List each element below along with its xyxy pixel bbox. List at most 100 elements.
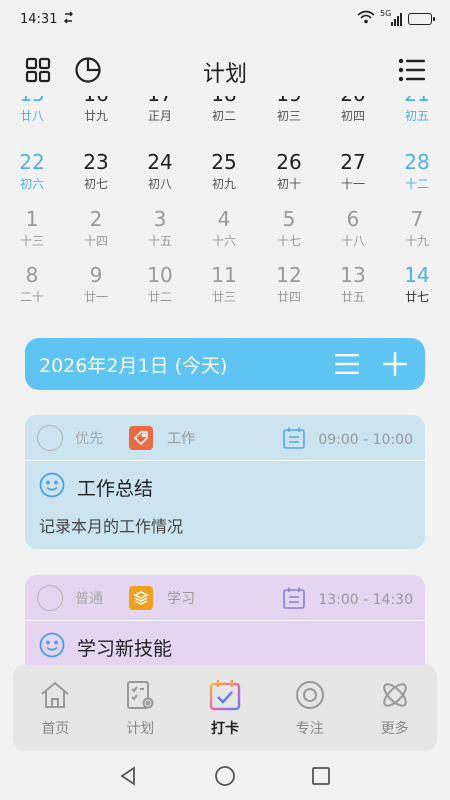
plus-icon: [383, 352, 407, 376]
calendar-day-number: 18: [192, 96, 256, 106]
calendar-lunar-date: 十二: [404, 177, 429, 191]
battery-icon: [408, 13, 435, 25]
calendar-day[interactable]: 21 初五: [385, 96, 449, 124]
calendar-lunar-date: 初九: [211, 177, 236, 191]
calendar-lunar-date: 廿七: [404, 290, 429, 304]
calendar-lunar-date: 廿八: [19, 109, 44, 123]
nav-label: 计划: [126, 721, 155, 737]
calendar-lunar-date: 廿二: [147, 290, 172, 304]
date-bar: 2026年2月1日 (今天): [25, 338, 425, 390]
nav-checkin[interactable]: 打卡: [190, 678, 260, 738]
calendar-day[interactable]: 14 廿七: [385, 263, 449, 305]
calendar-day[interactable]: 6 十八: [321, 207, 385, 249]
nav-home[interactable]: 首页: [20, 678, 90, 738]
calendar-day[interactable]: 16 廿九: [64, 96, 128, 124]
status-bar: 14:31 5G: [0, 0, 450, 38]
calendar-day[interactable]: 17 正月: [128, 96, 192, 124]
smile-icon: [39, 472, 65, 502]
nav-focus[interactable]: 专注: [275, 678, 345, 738]
calendar-day[interactable]: 20 初四: [321, 96, 385, 124]
current-date-label[interactable]: 2026年2月1日 (今天): [39, 351, 315, 378]
home-icon: [38, 678, 72, 712]
bottom-nav: 首页 计划 打卡 专注 更多: [13, 665, 437, 751]
calendar-day[interactable]: 8 二十: [0, 263, 64, 305]
calendar-day-number: 19: [257, 96, 321, 106]
app-header: 计划: [0, 44, 450, 96]
calendar-day[interactable]: 12 廿四: [257, 263, 321, 305]
calendar-day[interactable]: 22 初六: [0, 150, 64, 192]
menu-icon[interactable]: [331, 348, 363, 380]
time-range: 09:00 - 10:00: [282, 426, 413, 454]
calendar-day-number: 14: [404, 263, 430, 287]
calendar-day[interactable]: 28 十二: [385, 150, 449, 192]
calendar-day-number: 22: [19, 150, 45, 174]
home-circle-icon[interactable]: [210, 761, 240, 791]
calendar-day-number: 3: [153, 207, 167, 231]
plan-title: 学习新技能: [77, 637, 173, 660]
plan-title-row: 工作总结: [39, 461, 411, 513]
calendar-day-number: 16: [64, 96, 128, 106]
nav-more[interactable]: 更多: [360, 678, 430, 738]
calendar-day[interactable]: 15 廿八: [0, 96, 64, 124]
calendar-day-number: 17: [128, 96, 192, 106]
status-time: 14:31: [20, 11, 58, 27]
calendar-day-number: 27: [340, 150, 366, 174]
complete-checkbox[interactable]: [37, 424, 63, 451]
nav-label: 首页: [41, 721, 70, 737]
calendar-day[interactable]: 25 初九: [192, 150, 256, 192]
calendar-day[interactable]: 2 十四: [64, 207, 128, 249]
add-plan-button[interactable]: [379, 348, 411, 380]
nav-label: 打卡: [210, 721, 239, 737]
more-icon: [378, 678, 412, 712]
calendar-day[interactable]: 27 十一: [321, 150, 385, 192]
calendar-lunar-date: 初四: [340, 109, 365, 123]
time-range: 13:00 - 14:30: [282, 586, 413, 614]
calendar-day[interactable]: 1 十三: [0, 207, 64, 249]
calendar-day[interactable]: 26 初十: [257, 150, 321, 192]
calendar-day[interactable]: 11 廿三: [192, 263, 256, 305]
priority-label: 优先: [75, 430, 103, 447]
calendar-day[interactable]: 18 初二: [192, 96, 256, 124]
category-label: 工作: [167, 430, 195, 447]
network-type: 5G: [380, 9, 392, 18]
plan-card-header: 普通 学习 13:00 - 14:30: [25, 575, 425, 621]
list-menu-icon[interactable]: [396, 54, 428, 86]
nav-label: 更多: [380, 721, 409, 737]
tag-icon: [129, 425, 153, 450]
complete-checkbox[interactable]: [37, 584, 63, 611]
calendar-lunar-date: 初十: [276, 177, 301, 191]
calendar-day[interactable]: 24 初八: [128, 150, 192, 192]
plan-card[interactable]: 优先 工作 09:00 - 10:00 工作总结 记录本月的工作情况: [25, 415, 425, 549]
calendar-lunar-date: 十六: [211, 234, 236, 248]
calendar-day[interactable]: 13 廿五: [321, 263, 385, 305]
calendar-lunar-date: 二十: [19, 290, 44, 304]
calendar-day[interactable]: 9 廿一: [64, 263, 128, 305]
calendar-day[interactable]: 3 十五: [128, 207, 192, 249]
calendar-day-number: 4: [217, 207, 231, 231]
calendar-day[interactable]: 23 初七: [64, 150, 128, 192]
back-icon[interactable]: [114, 761, 144, 791]
calendar-day-number: 23: [83, 150, 109, 174]
calendar-day[interactable]: 19 初三: [257, 96, 321, 124]
calendar-lunar-date: 初六: [19, 177, 44, 191]
time-text: 13:00 - 14:30: [318, 592, 413, 608]
nav-plan[interactable]: 计划: [105, 678, 175, 738]
plan-description: 记录本月的工作情况: [39, 517, 184, 536]
calendar-week-row: 15 廿八 16 廿九 17 正月 18 初二 19 初三 20 初四 21 初五: [0, 96, 450, 138]
cell-signal-icon: 5G: [380, 9, 402, 26]
calendar-day[interactable]: 7 十九: [385, 207, 449, 249]
calendar-day-number: 2: [89, 207, 103, 231]
calendar-lunar-date: 初三: [276, 109, 301, 123]
calendar-day-number: 6: [346, 207, 360, 231]
calendar: 15廿八16廿九17正月18初二19 初三 20 初四 21初五 22 初六 23初七24初八…: [0, 96, 450, 314]
calendar-day[interactable]: 10 廿二: [128, 263, 192, 305]
calendar-day-number: 24: [147, 150, 173, 174]
calendar-lunar-date: 十五: [147, 234, 172, 248]
calendar-lunar-date: 十一: [340, 177, 365, 191]
calendar-day-number: 10: [147, 263, 173, 287]
calendar-day[interactable]: 4 十六: [192, 207, 256, 249]
calendar-day-number: 8: [25, 263, 39, 287]
calendar-day-number: 20: [321, 96, 385, 106]
calendar-day[interactable]: 5 十七: [257, 207, 321, 249]
recents-icon[interactable]: [306, 761, 336, 791]
